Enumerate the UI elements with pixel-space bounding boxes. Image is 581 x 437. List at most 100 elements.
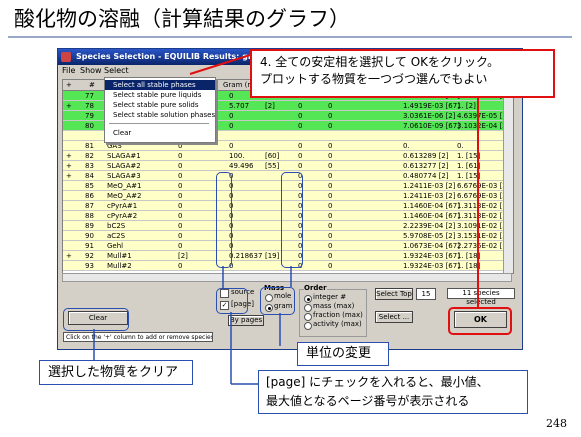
order-fraction-label: fraction (max)	[313, 311, 363, 319]
cell-num: 85	[85, 182, 94, 190]
highlight-page-column	[216, 172, 232, 268]
cell-num: 86	[85, 192, 94, 200]
cell-f: 1.2411E-03 [2]	[403, 182, 456, 190]
cell-name: aC2S	[107, 232, 126, 240]
species-selected-count: 11 species selected	[447, 288, 515, 306]
cell-b: 100.	[229, 152, 245, 160]
select-dialog-button[interactable]: Select ...	[375, 311, 413, 323]
callout-select-all-line1: 4. 全ての安定相を選択して OKをクリック。	[260, 55, 500, 69]
menu-item-select-all-stable[interactable]: Select all stable phases	[105, 80, 215, 90]
cell-f: 0.613289 [2]	[403, 152, 449, 160]
cell-d: 0	[298, 152, 303, 160]
select-menu-dropdown: Select all stable phases Select stable p…	[104, 77, 216, 143]
cell-num: 91	[85, 242, 94, 250]
table-row[interactable]: +82 SLAGA#1 0 100. [60] 0 0 0.613289 [2] 1. [15]	[63, 151, 513, 161]
menu-select[interactable]: Select	[104, 65, 129, 77]
cell-a: 0	[178, 172, 183, 180]
cell-e: 0	[328, 112, 333, 120]
col-header-plus[interactable]: +	[66, 80, 72, 90]
cell-name: cPyrA#1	[107, 202, 138, 210]
cell-e: 0	[328, 212, 333, 220]
cell-num: 81	[85, 142, 94, 150]
cell-name: Gehl	[107, 242, 124, 250]
cell-name: MeO_A#2	[107, 192, 142, 200]
cell-a: [2]	[178, 252, 188, 260]
col-header-number[interactable]: #	[89, 80, 95, 90]
cell-plus[interactable]: +	[66, 101, 72, 111]
cell-plus[interactable]: +	[66, 161, 72, 171]
window-title: Species Selection - EQUILIB Results: gra…	[76, 52, 279, 61]
table-row[interactable]: +83 SLAGA#2 0 49.496 [55] 0 0 0.613277 [2] 1. [6…	[63, 161, 513, 171]
cell-num: 93	[85, 262, 94, 270]
grid-vertical-scrollbar[interactable]	[503, 80, 513, 273]
cell-e: 0	[328, 232, 333, 240]
order-activity-label: activity (max)	[313, 320, 362, 328]
cell-num: 77	[85, 92, 94, 100]
select-top-spinner[interactable]: 15	[416, 288, 436, 300]
cell-f: 0.480774 [2]	[403, 172, 449, 180]
cell-d: 0	[298, 112, 303, 120]
select-top-button[interactable]: Select Top	[375, 288, 413, 300]
cell-num: 84	[85, 172, 94, 180]
cell-f: 0.	[403, 142, 410, 150]
menu-item-clear[interactable]: Clear	[105, 128, 215, 138]
cell-g: 1. [2]	[457, 102, 476, 110]
cell-num: 83	[85, 162, 94, 170]
order-mass-radio[interactable]	[304, 304, 312, 312]
cell-g: 1. [61]	[457, 162, 481, 170]
cell-e: 0	[328, 172, 333, 180]
cell-g: 0.	[457, 142, 464, 150]
cell-e: 0	[328, 252, 333, 260]
cell-d: 0	[298, 122, 303, 130]
cell-e: 0	[328, 202, 333, 210]
cell-b: 5.707	[229, 102, 250, 110]
cell-e: 0	[328, 142, 333, 150]
cell-g: 1. [15]	[457, 172, 481, 180]
callout-select-all-line2: プロットする物質を一つづつ選んでもよい	[260, 72, 488, 86]
order-activity-radio[interactable]	[304, 322, 312, 330]
cell-plus[interactable]: +	[66, 171, 72, 181]
menu-item-stable-pure-solids[interactable]: Select stable pure solids	[105, 100, 215, 110]
cell-name: SLAGA#1	[107, 152, 141, 160]
cell-num: 80	[85, 122, 94, 130]
cell-g: 1. [15]	[457, 152, 481, 160]
cell-f: 0.613277 [2]	[403, 162, 449, 170]
highlight-page-checkbox	[216, 288, 248, 314]
order-integer-label: integer #	[313, 293, 347, 301]
cell-b: 0.218637	[229, 252, 263, 260]
hint-text: Click on the '+' column to add or remove…	[63, 332, 213, 342]
cell-e: 0	[328, 182, 333, 190]
cell-num: 92	[85, 252, 94, 260]
order-mass-label: mass (max)	[313, 302, 355, 310]
cell-a: 0	[178, 222, 183, 230]
cell-num: 88	[85, 212, 94, 220]
cell-f: 7.0610E-09 [67]	[403, 122, 460, 130]
cell-f: 1.4919E-03 [67]	[403, 102, 460, 110]
cell-b: 0	[229, 112, 234, 120]
callout-clear-selection: 選択した物質をクリア	[39, 360, 193, 385]
cell-f: 1.0673E-04 [67]	[403, 242, 460, 250]
cell-name: Mull#1	[107, 252, 132, 260]
cell-b: 49.496	[229, 162, 254, 170]
menu-show[interactable]: Show	[80, 65, 102, 77]
order-integer-radio[interactable]	[304, 295, 312, 303]
menu-item-stable-solution-phases[interactable]: Select stable solution phases	[105, 110, 215, 120]
cell-plus[interactable]: +	[66, 251, 72, 261]
cell-a: 0	[178, 152, 183, 160]
cell-name: Mull#2	[107, 262, 132, 270]
cell-e: 0	[328, 152, 333, 160]
highlight-mass-options	[260, 287, 295, 315]
cell-c: [19]	[265, 252, 280, 260]
cell-e: 0	[328, 192, 333, 200]
cell-name: MeO_A#1	[107, 182, 142, 190]
order-fraction-radio[interactable]	[304, 313, 312, 321]
cell-plus[interactable]: +	[66, 151, 72, 161]
menu-file[interactable]: File	[62, 65, 75, 77]
cell-e: 0	[328, 222, 333, 230]
grid-horizontal-scrollbar[interactable]	[62, 273, 512, 282]
menu-item-stable-pure-liquids[interactable]: Select stable pure liquids	[105, 90, 215, 100]
cell-f: 2.2239E-04 [2]	[403, 222, 456, 230]
cell-f: 1.2411E-03 [2]	[403, 192, 456, 200]
by-pages-button[interactable]: By pages	[228, 315, 264, 326]
cell-a: 0	[178, 182, 183, 190]
